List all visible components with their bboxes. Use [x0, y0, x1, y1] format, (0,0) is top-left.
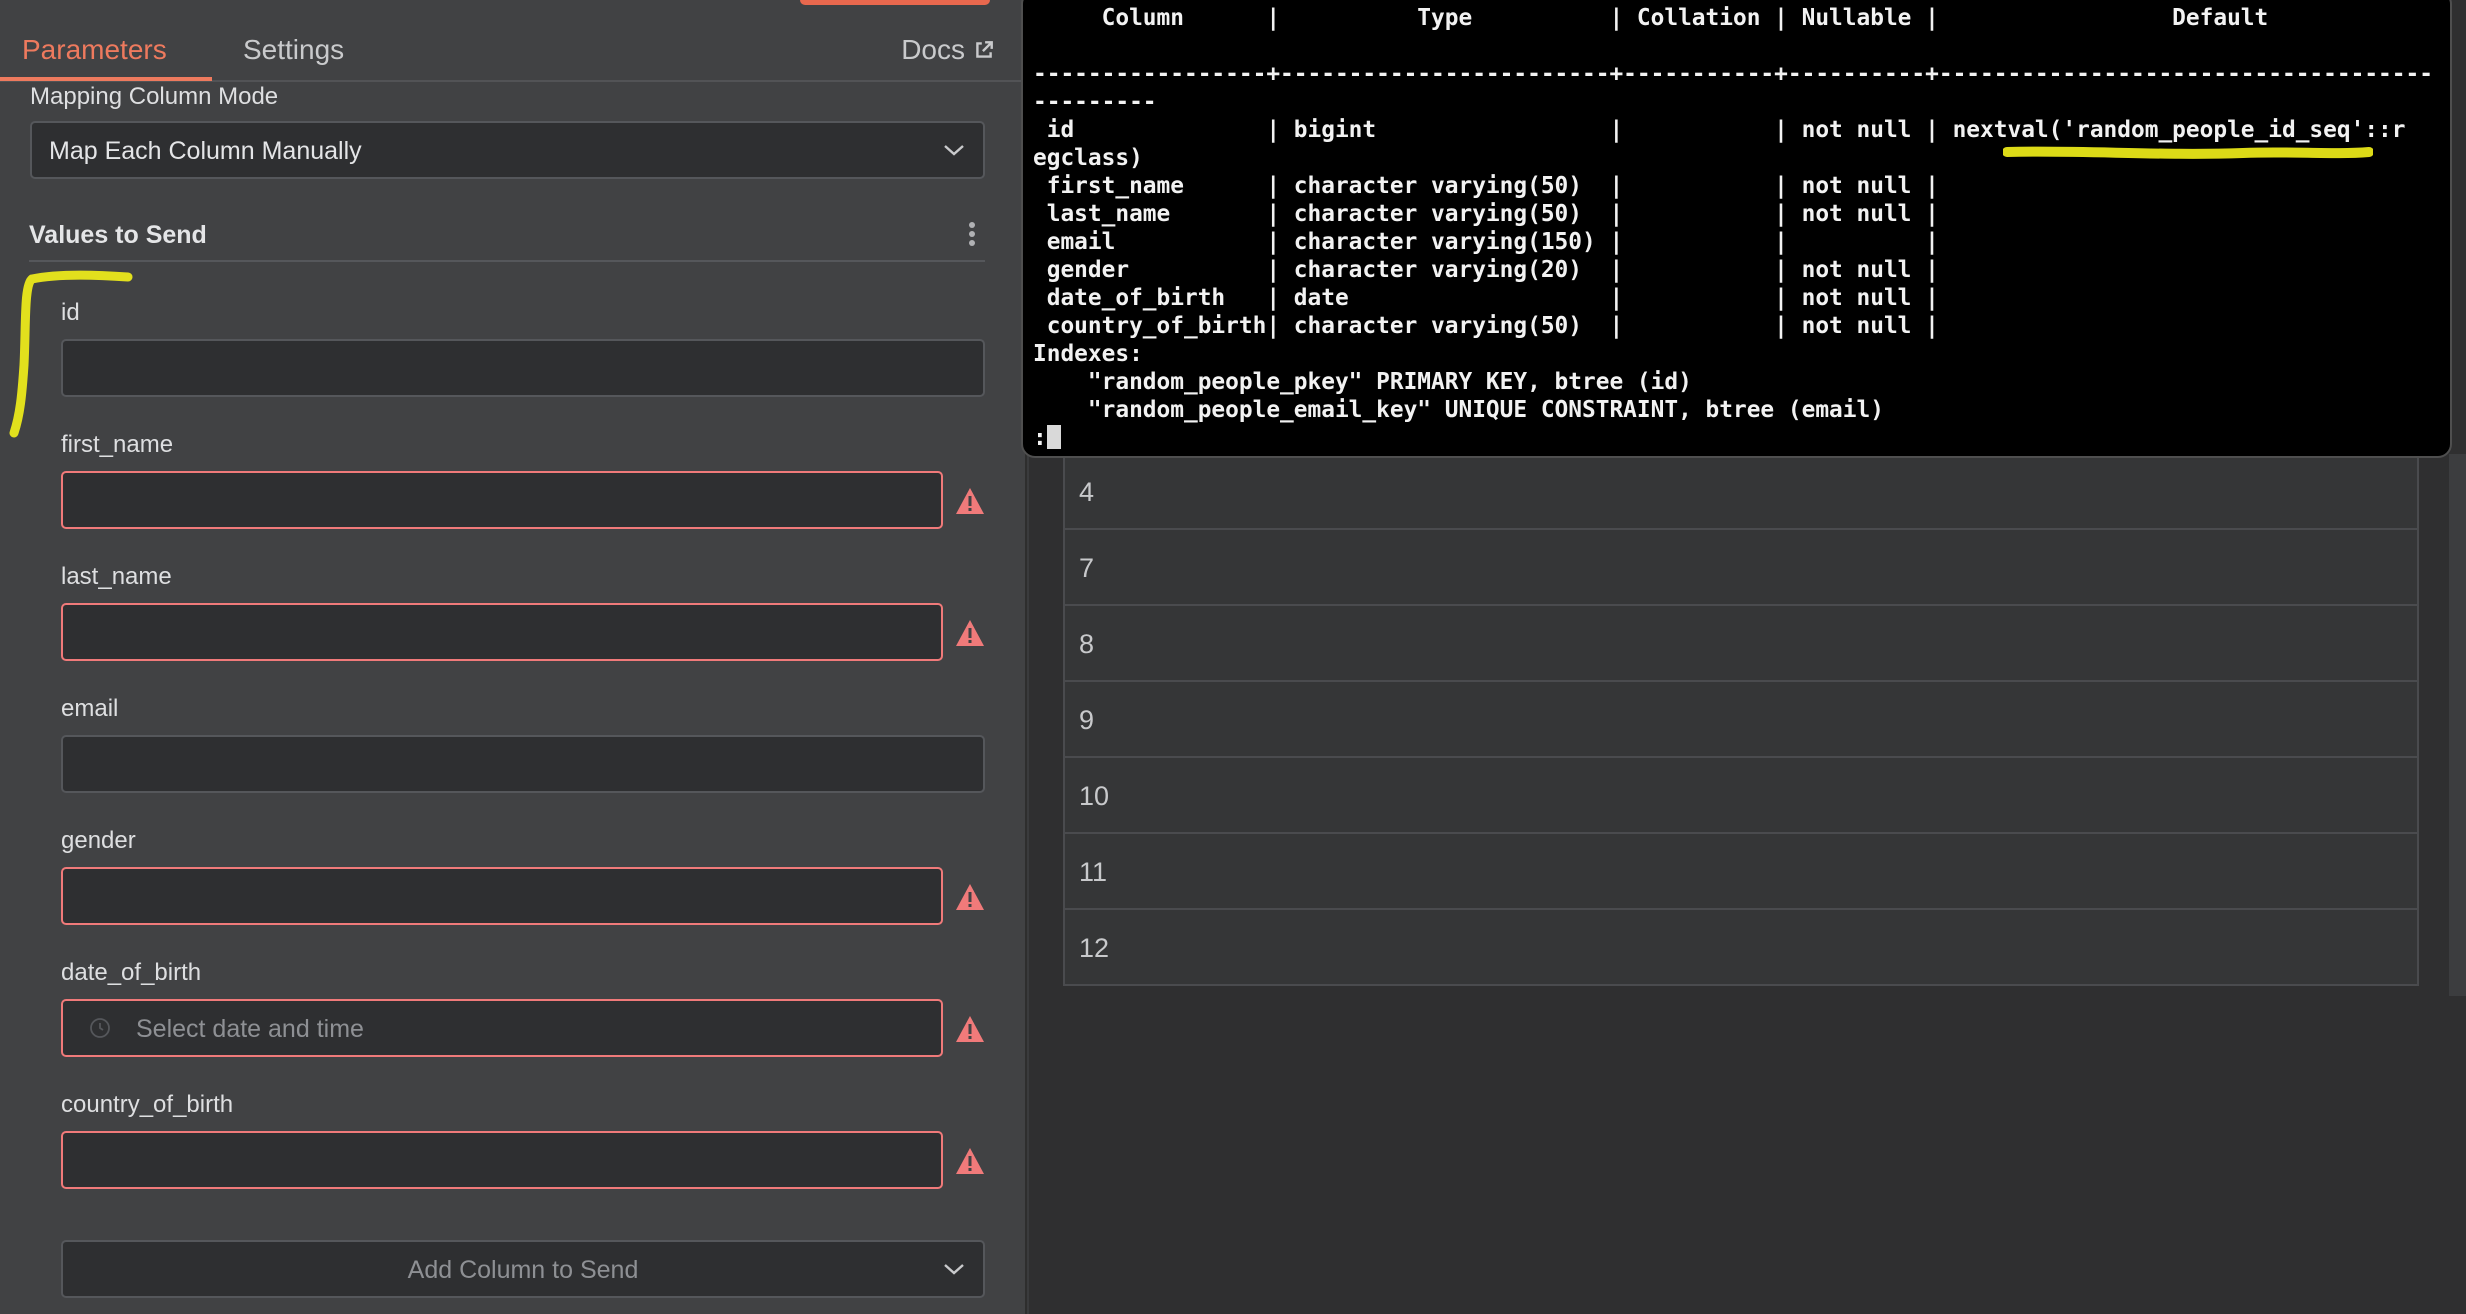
gender-input[interactable]: [61, 867, 943, 925]
field-label-email: email: [61, 695, 119, 722]
table-row: 11: [1065, 834, 2417, 910]
add-column-select[interactable]: Add Column to Send: [61, 1240, 985, 1298]
table-row: 12: [1065, 910, 2417, 986]
clock-icon: [90, 1018, 110, 1038]
terminal-line: last_name | character varying(50) | | no…: [1033, 201, 1939, 227]
mapping-mode-select[interactable]: Map Each Column Manually: [30, 121, 985, 179]
id-input[interactable]: [61, 339, 985, 397]
warning-icon: [956, 488, 984, 514]
terminal-line: email | character varying(150) | | |: [1033, 229, 1939, 255]
field-label-gender: gender: [61, 827, 136, 854]
text-cursor: [1046, 425, 1061, 449]
warning-icon: [956, 620, 984, 646]
scrollbar[interactable]: [2449, 454, 2466, 996]
table-cell: 8: [1079, 629, 1095, 659]
terminal-line: Indexes:: [1033, 341, 1143, 367]
table-cell: 11: [1079, 857, 1108, 887]
values-to-send-header: Values to Send: [29, 221, 207, 249]
country-of-birth-input[interactable]: [61, 1131, 943, 1189]
add-column-label: Add Column to Send: [407, 1256, 639, 1284]
table-cell: 4: [1079, 477, 1095, 507]
warning-icon: [956, 1016, 984, 1042]
terminal-line: "random_people_email_key" UNIQUE CONSTRA…: [1033, 397, 1884, 423]
terminal-line: ---------: [1033, 89, 1157, 115]
table-cell: 12: [1079, 933, 1110, 963]
date-placeholder: Select date and time: [136, 1015, 364, 1043]
field-label-id: id: [61, 299, 80, 326]
external-link-icon: [976, 41, 993, 58]
field-label-country-of-birth: country_of_birth: [61, 1091, 234, 1118]
mapping-mode-label: Mapping Column Mode: [30, 83, 279, 110]
field-label-first-name: first_name: [61, 431, 174, 458]
terminal-window[interactable]: Column | Type | Collation | Nullable | D…: [1021, 0, 2452, 458]
table-row: 9: [1065, 682, 2417, 758]
table-row: 4: [1065, 454, 2417, 530]
tabs-bar: Parameters Settings Docs: [0, 0, 1025, 82]
terminal-line: country_of_birth| character varying(50) …: [1033, 313, 1939, 339]
first-name-input[interactable]: [61, 471, 943, 529]
results-table: 4 7 8 9 10 11 12: [1063, 454, 2419, 986]
terminal-line: "random_people_pkey" PRIMARY KEY, btree …: [1033, 369, 1692, 395]
table-cell: 7: [1079, 553, 1095, 583]
tab-settings[interactable]: Settings: [243, 32, 344, 68]
date-of-birth-picker[interactable]: Select date and time: [61, 999, 943, 1057]
section-divider: [29, 260, 985, 262]
chevron-down-icon: [944, 145, 964, 156]
terminal-line: first_name | character varying(50) | | n…: [1033, 173, 1939, 199]
field-label-date-of-birth: date_of_birth: [61, 959, 202, 986]
active-tab-indicator: [0, 77, 212, 81]
more-options-icon[interactable]: [968, 220, 976, 248]
warning-icon: [956, 884, 984, 910]
docs-link[interactable]: Docs: [901, 32, 995, 68]
terminal-line: -----------------+----------------------…: [1033, 61, 2433, 87]
table-cell: 9: [1079, 705, 1095, 735]
chevron-down-icon: [944, 1264, 964, 1275]
docs-link-label: Docs: [901, 34, 965, 65]
terminal-line: id | bigint | | not null | nextval('rand…: [1033, 117, 2406, 143]
terminal-line: date_of_birth | date | | not null |: [1033, 285, 1939, 311]
pager-prompt: :: [1033, 425, 1047, 451]
email-input[interactable]: [61, 735, 985, 793]
last-name-input[interactable]: [61, 603, 943, 661]
tab-parameters[interactable]: Parameters: [22, 32, 167, 68]
table-row: 7: [1065, 530, 2417, 606]
terminal-line: Column | Type | Collation | Nullable | D…: [1033, 5, 2269, 31]
table-row: 10: [1065, 758, 2417, 834]
table-row: 8: [1065, 606, 2417, 682]
terminal-prompt[interactable]: :: [1033, 424, 2433, 452]
terminal-line: egclass): [1033, 145, 1143, 171]
node-parameters-panel: Parameters Settings Docs Mapping Column …: [0, 0, 1025, 1314]
table-cell: 10: [1079, 781, 1110, 811]
terminal-line: gender | character varying(20) | | not n…: [1033, 257, 1939, 283]
terminal-output: Column | Type | Collation | Nullable | D…: [1033, 4, 2433, 452]
warning-icon: [956, 1148, 984, 1174]
field-label-last-name: last_name: [61, 563, 172, 590]
mapping-mode-value: Map Each Column Manually: [49, 137, 362, 165]
